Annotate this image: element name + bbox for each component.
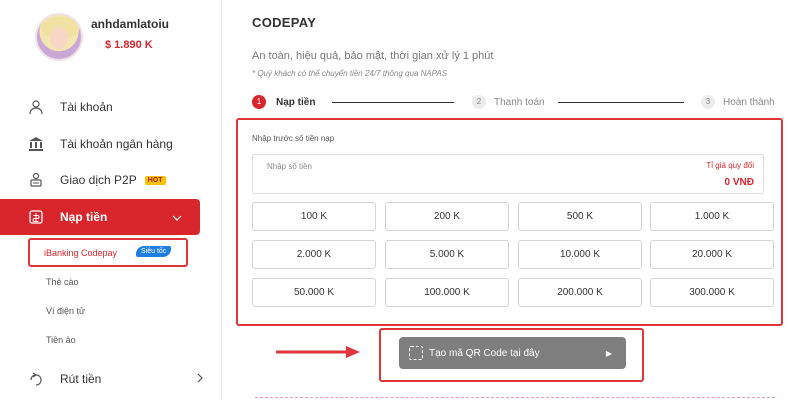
deposit-icon xyxy=(26,207,46,227)
sub-item-label: iBanking Codepay xyxy=(44,248,118,258)
amount-option-button[interactable]: 10.000 K xyxy=(518,240,642,269)
step-connector xyxy=(332,102,454,103)
sidebar: anhdamlatoiu $ 1.890 K Tài khoản Tài kho… xyxy=(0,0,222,400)
sub-item-scratch-card[interactable]: Thẻ cào xyxy=(46,277,79,287)
sidebar-item-p2p[interactable]: Giao dịch P2P HOT xyxy=(0,162,221,198)
sidebar-item-label: Nạp tiền xyxy=(60,210,108,224)
amount-placeholder: Nhập số tiền xyxy=(267,162,312,171)
amount-option-button[interactable]: 300.000 K xyxy=(650,278,774,307)
chevron-down-icon xyxy=(172,210,182,224)
amount-option-button[interactable]: 20.000 K xyxy=(650,240,774,269)
account-balance: $ 1.890 K xyxy=(105,39,153,51)
step-1-number: 1 xyxy=(252,95,266,109)
sidebar-item-account[interactable]: Tài khoản xyxy=(0,89,221,125)
amount-option-button[interactable]: 2.000 K xyxy=(252,240,376,269)
exchange-rate-value: 0 VNĐ xyxy=(724,177,754,188)
sub-item-ibanking-codepay[interactable]: iBanking Codepay Siêu tốc xyxy=(28,238,188,267)
amount-option-button[interactable]: 100 K xyxy=(252,202,376,231)
deposit-amount-box: Nhập trước số tiền nạp Nhập số tiền Tỉ g… xyxy=(236,118,783,326)
avatar[interactable] xyxy=(35,13,83,61)
bank-icon xyxy=(26,134,46,154)
sidebar-item-deposit[interactable]: Nạp tiền xyxy=(0,199,200,235)
sidebar-item-withdraw[interactable]: Rút tiền xyxy=(0,361,221,397)
qr-scan-icon xyxy=(409,346,423,360)
amount-option-button[interactable]: 100.000 K xyxy=(385,278,509,307)
deposit-section-label: Nhập trước số tiền nạp xyxy=(252,134,335,143)
amount-option-button[interactable]: 200 K xyxy=(385,202,509,231)
step-3-number: 3 xyxy=(701,95,715,109)
red-arrow-icon xyxy=(276,346,360,358)
chevron-right-icon xyxy=(197,372,203,386)
exchange-rate-label: Tỉ giá quy đổi xyxy=(706,161,754,170)
play-icon: ▶ xyxy=(605,348,612,358)
create-qr-code-button[interactable]: Tạo mã QR Code tại đây ▶ xyxy=(399,337,626,369)
sidebar-item-label: Giao dịch P2P xyxy=(60,173,137,187)
progress-steps: 1 Nạp tiền 2 Thanh toán 3 Hoàn thành xyxy=(252,95,777,111)
user-icon xyxy=(26,97,46,117)
p2p-icon xyxy=(26,170,46,190)
amount-option-button[interactable]: 500 K xyxy=(518,202,642,231)
sidebar-item-label: Tài khoản xyxy=(60,100,113,114)
sidebar-item-label: Rút tiền xyxy=(60,372,102,386)
qr-button-label: Tạo mã QR Code tại đây xyxy=(429,347,540,359)
avatar-face xyxy=(50,27,68,49)
user-profile: anhdamlatoiu $ 1.890 K xyxy=(35,13,215,73)
step-1-label: Nạp tiền xyxy=(276,97,316,108)
page-title: CODEPAY xyxy=(252,15,317,30)
withdraw-icon xyxy=(26,369,46,389)
step-2-number: 2 xyxy=(472,95,486,109)
divider xyxy=(255,397,775,398)
amount-option-button[interactable]: 50.000 K xyxy=(252,278,376,307)
sidebar-item-label: Tài khoản ngân hàng xyxy=(60,137,173,151)
step-3-label: Hoàn thành xyxy=(723,97,775,108)
amount-option-button[interactable]: 5.000 K xyxy=(385,240,509,269)
username: anhdamlatoiu xyxy=(91,17,170,31)
fast-badge: Siêu tốc xyxy=(136,246,172,257)
amount-input[interactable]: Nhập số tiền Tỉ giá quy đổi 0 VNĐ xyxy=(252,154,764,194)
amount-option-button[interactable]: 200.000 K xyxy=(518,278,642,307)
sub-item-crypto[interactable]: Tiền ảo xyxy=(46,335,76,345)
step-connector xyxy=(558,102,684,103)
napas-note: * Quý khách có thể chuyển tiền 24/7 thôn… xyxy=(252,69,448,78)
sidebar-item-bank-account[interactable]: Tài khoản ngân hàng xyxy=(0,126,221,162)
step-2-label: Thanh toán xyxy=(494,97,545,108)
sub-item-e-wallet[interactable]: Ví điện tử xyxy=(46,306,85,316)
page-subtitle: An toàn, hiệu quả, bảo mật, thời gian xử… xyxy=(252,50,494,62)
hot-badge: HOT xyxy=(144,175,166,185)
amount-option-button[interactable]: 1.000 K xyxy=(650,202,774,231)
